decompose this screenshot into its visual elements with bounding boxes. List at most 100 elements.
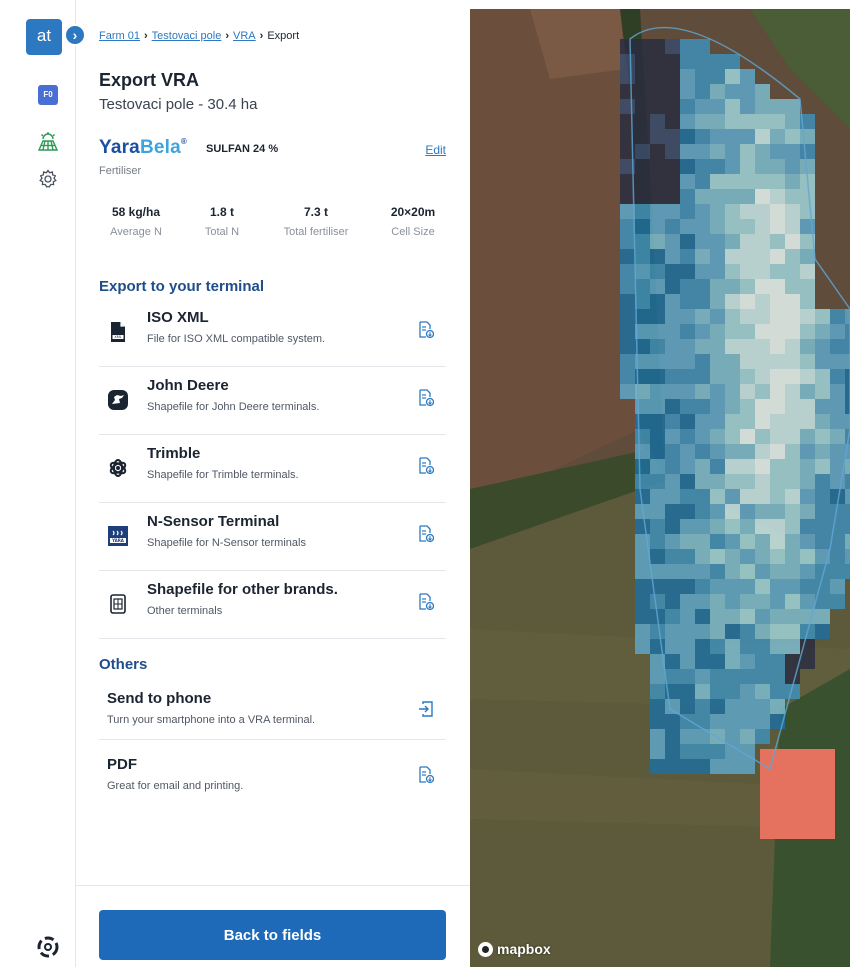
zone-cell [635,489,650,504]
zone-cell [740,579,755,594]
zone-cell [740,699,755,714]
edit-product-link[interactable]: Edit [425,143,446,157]
zone-cell [710,69,725,84]
app-logo[interactable]: at [26,19,62,55]
download-file-icon[interactable] [418,766,434,784]
zone-cell [680,279,695,294]
zone-cell [785,384,800,399]
support-icon[interactable] [36,935,60,959]
zone-cell [725,129,740,144]
zone-cell [680,414,695,429]
breadcrumb-farm[interactable]: Farm 01 [99,30,140,42]
zone-cell [665,579,680,594]
zone-cell [770,534,785,549]
zone-cell [665,474,680,489]
stat-value: 58 kg/ha [111,205,161,219]
zone-cell [695,474,710,489]
zone-cell [680,384,695,399]
download-file-icon[interactable] [418,593,434,611]
zone-cell [770,459,785,474]
farm-badge[interactable]: F0 [38,85,58,105]
download-file-icon[interactable] [418,321,434,339]
download-file-icon[interactable] [418,389,434,407]
zone-cell [725,519,740,534]
download-file-icon[interactable] [418,525,434,543]
stat-cell-size: 20×20m Cell Size [378,205,448,238]
breadcrumb-vra[interactable]: VRA [233,30,256,42]
zone-cell [680,174,695,189]
zone-cell [710,339,725,354]
zone-cell [710,234,725,249]
zone-cell [785,549,800,564]
export-item-john-deere[interactable]: John Deere Shapefile for John Deere term… [99,367,446,435]
zone-cell [755,459,770,474]
zone-cell [785,639,800,654]
zone-cell [710,369,725,384]
mapbox-attribution[interactable]: mapbox [478,941,551,957]
zone-cell [680,129,695,144]
satellite-map[interactable]: mapbox [470,9,850,967]
breadcrumb-field[interactable]: Testovaci pole [152,30,222,42]
zone-cell [680,729,695,744]
zone-cell [650,444,665,459]
fields-icon[interactable] [38,131,58,151]
zone-cell [695,69,710,84]
zone-cell [635,159,650,174]
zone-cell [740,714,755,729]
zone-cell [845,504,850,519]
pdf-export-item[interactable]: PDF Great for email and printing. [99,750,446,816]
zone-cell-high [790,779,805,794]
zone-cell [695,84,710,99]
zone-cell [620,354,635,369]
zone-cell [800,294,815,309]
zone-cell [710,114,725,129]
download-file-icon[interactable] [418,457,434,475]
zone-cell [725,459,740,474]
settings-icon[interactable] [38,169,58,189]
zone-cell [755,474,770,489]
zone-cell [620,69,635,84]
zone-cell [740,759,755,774]
back-to-fields-button[interactable]: Back to fields [99,910,446,960]
zone-cell [695,99,710,114]
zone-cell [740,654,755,669]
export-item-n-sensor[interactable]: YARA N-Sensor Terminal Shapefile for N-S… [99,503,446,571]
zone-cell [785,144,800,159]
zone-cell-high [790,824,805,839]
zone-cell [800,459,815,474]
zone-cell [680,489,695,504]
export-item-iso-xml[interactable]: XML ISO XML File for ISO XML compatible … [99,299,446,367]
zone-cell [770,654,785,669]
zone-cell [740,609,755,624]
zone-cell [770,114,785,129]
zone-cell [800,144,815,159]
zone-cell [830,309,845,324]
zone-cell-high [760,794,775,809]
zone-cell [635,204,650,219]
zone-cell [725,684,740,699]
zone-cell [800,654,815,669]
send-to-phone-icon[interactable] [418,700,434,718]
zone-cell [770,309,785,324]
zone-cell [725,84,740,99]
zone-cell [800,549,815,564]
page-title: Export VRA [99,70,200,90]
zone-cell [725,234,740,249]
zone-cell [665,99,680,114]
zone-cell [815,624,830,639]
send-to-phone-item[interactable]: Send to phone Turn your smartphone into … [99,684,446,740]
zone-cell [725,264,740,279]
zone-cell [650,684,665,699]
zone-cell [710,729,725,744]
export-item-other-brands[interactable]: Shapefile for other brands. Other termin… [99,571,446,639]
expand-rail-button[interactable]: › [64,24,86,46]
zone-cell [785,279,800,294]
zone-cell [725,639,740,654]
zone-cell [800,354,815,369]
zone-cell [695,309,710,324]
zone-cell [680,429,695,444]
export-item-trimble[interactable]: Trimble Shapefile for Trimble terminals. [99,435,446,503]
zone-cell [680,369,695,384]
zone-cell [650,159,665,174]
zone-cell [680,444,695,459]
